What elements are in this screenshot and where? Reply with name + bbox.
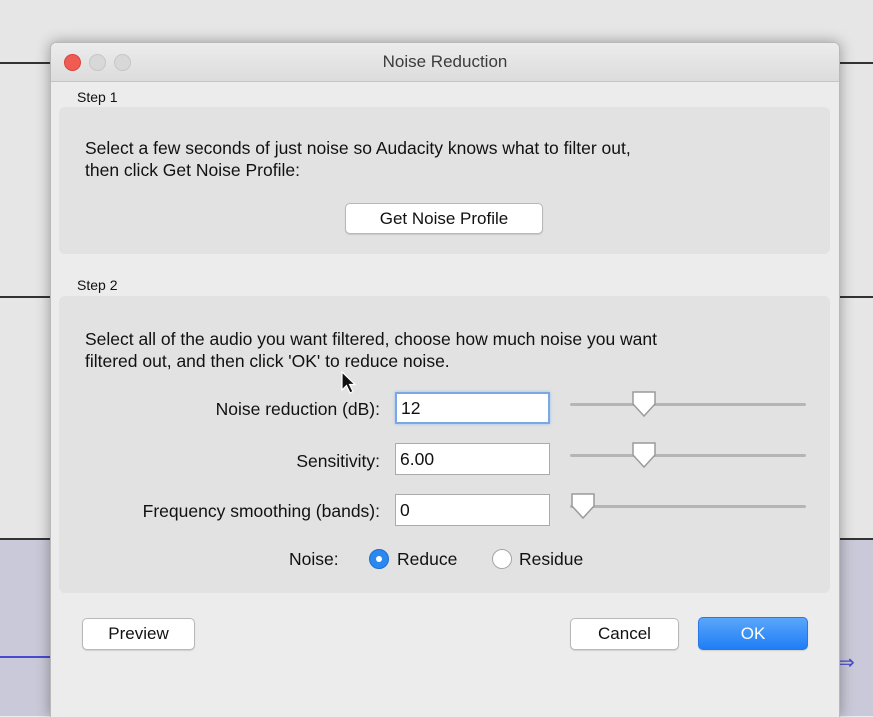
- noise-label: Noise:: [289, 549, 339, 569]
- step1-description-line2: then click Get Noise Profile:: [85, 160, 300, 180]
- track-line: [0, 296, 52, 298]
- noise-reduction-slider[interactable]: [570, 390, 806, 418]
- preview-button[interactable]: Preview: [82, 618, 195, 650]
- track-line: [0, 62, 52, 64]
- waveform-arrow-icon: ⇒: [838, 652, 855, 674]
- sensitivity-input[interactable]: [395, 443, 550, 475]
- step1-group: Select a few seconds of just noise so Au…: [59, 107, 830, 254]
- slider-thumb[interactable]: [631, 441, 657, 469]
- frequency-smoothing-slider[interactable]: [570, 492, 806, 520]
- get-noise-profile-button[interactable]: Get Noise Profile: [345, 203, 543, 234]
- frequency-smoothing-label: Frequency smoothing (bands):: [142, 501, 380, 521]
- step2-description-line2: filtered out, and then click 'OK' to red…: [85, 351, 450, 371]
- track-line: [0, 538, 52, 540]
- waveform: [0, 656, 52, 658]
- noise-residue-radio[interactable]: [492, 549, 512, 569]
- noise-residue-label[interactable]: Residue: [519, 549, 583, 570]
- sensitivity-label: Sensitivity:: [296, 451, 380, 471]
- step2-description-line1: Select all of the audio you want filtere…: [85, 329, 658, 349]
- slider-thumb[interactable]: [570, 492, 596, 520]
- step2-group: Select all of the audio you want filtere…: [59, 296, 830, 593]
- step1-description-line1: Select a few seconds of just noise so Au…: [85, 138, 631, 158]
- arrow-pointer-icon: [341, 371, 357, 394]
- noise-reduction-label: Noise reduction (dB):: [215, 399, 380, 419]
- noise-reduction-dialog: Noise Reduction Step 1 Select a few seco…: [50, 42, 840, 717]
- noise-reduce-label[interactable]: Reduce: [397, 549, 457, 570]
- track-line: [838, 538, 873, 540]
- track-line: [838, 296, 873, 298]
- track-line: [838, 62, 873, 64]
- sensitivity-slider[interactable]: [570, 441, 806, 469]
- window-title: Noise Reduction: [382, 52, 508, 71]
- slider-track: [570, 403, 806, 406]
- step2-label: Step 2: [77, 277, 118, 293]
- title-bar[interactable]: Noise Reduction: [51, 43, 839, 82]
- frequency-smoothing-input[interactable]: [395, 494, 550, 526]
- slider-track: [570, 454, 806, 457]
- noise-reduction-input[interactable]: [395, 392, 550, 424]
- slider-track: [570, 505, 806, 508]
- noise-reduce-radio[interactable]: [369, 549, 389, 569]
- step1-label: Step 1: [77, 89, 118, 105]
- ok-button[interactable]: OK: [698, 617, 808, 650]
- cancel-button[interactable]: Cancel: [570, 618, 679, 650]
- slider-thumb[interactable]: [631, 390, 657, 418]
